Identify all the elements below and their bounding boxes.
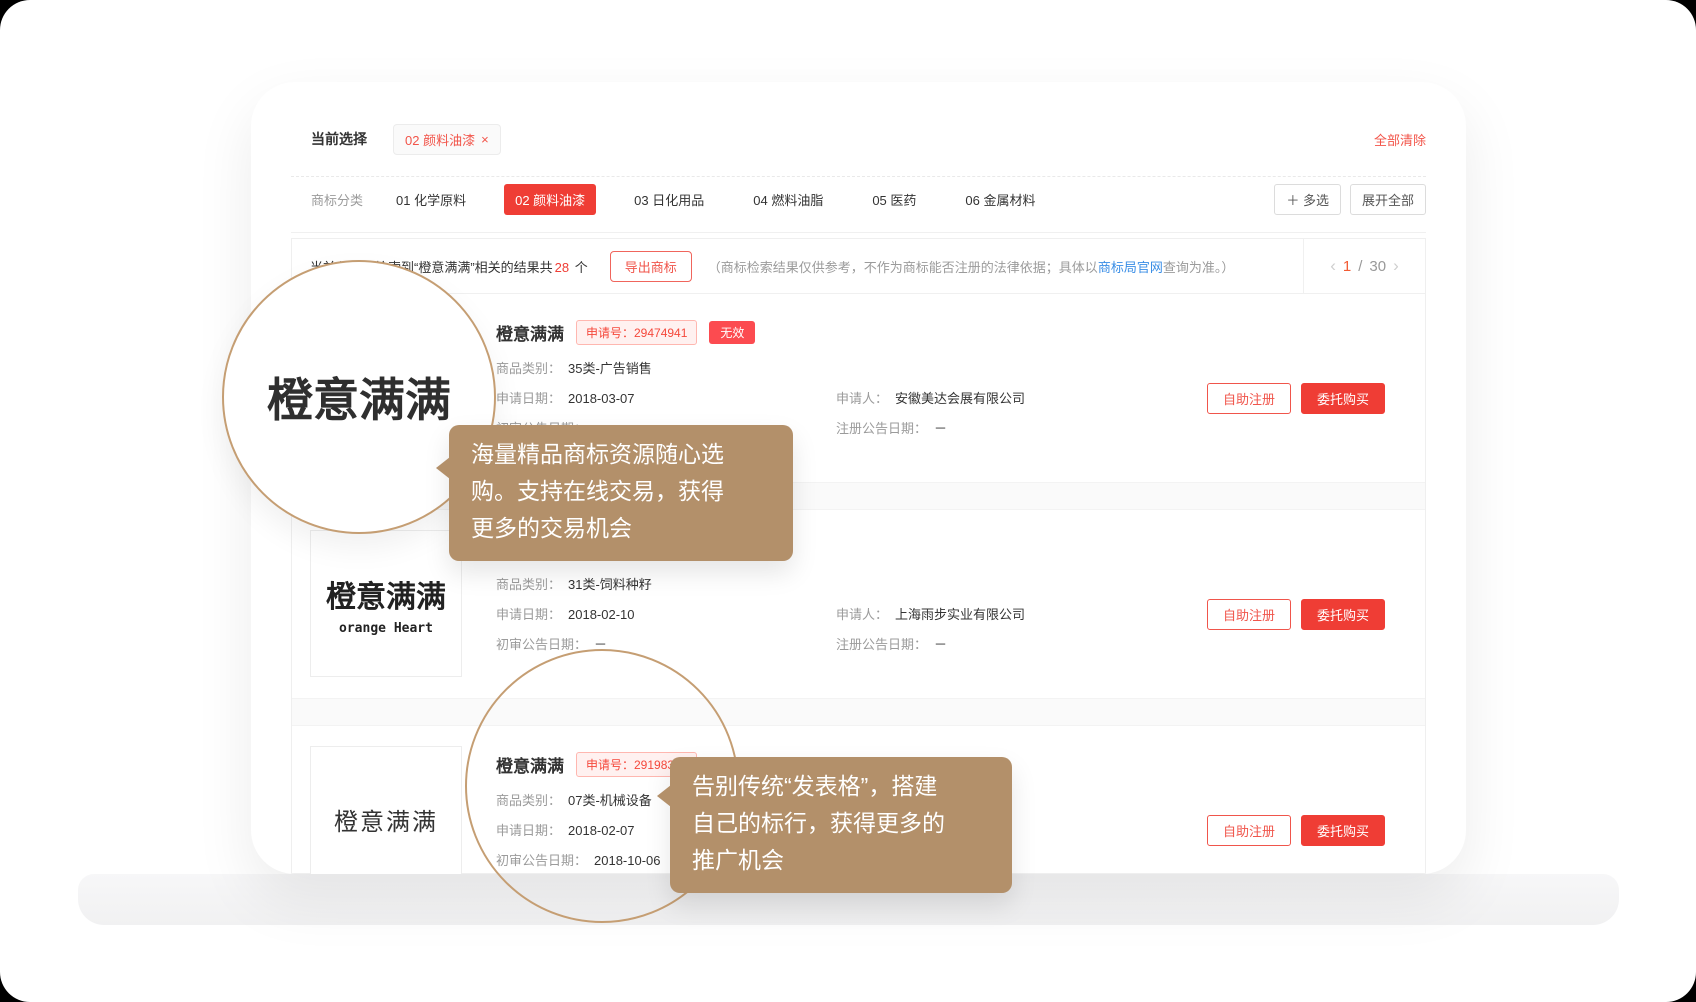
field-label: 商品类别：	[496, 793, 561, 808]
field-label: 注册公告日期：	[836, 421, 927, 436]
field-line: 申请日期： 2018-03-07 申请人： 安徽美达会展有限公司	[496, 388, 1191, 407]
field-value: 2018-03-07	[568, 391, 635, 406]
field-label: 申请人：	[836, 607, 888, 622]
field-label: 注册公告日期：	[836, 637, 927, 652]
field-label: 申请人：	[836, 391, 888, 406]
disclaimer-text: （商标检索结果仅供参考，不作为商标能否注册的法律依据；具体以商标局官网查询为准。…	[708, 257, 1235, 276]
selected-category-tag[interactable]: 02 颜料油漆 ×	[393, 124, 501, 155]
trademark-image: 橙意满满 orange Heart	[310, 530, 462, 677]
multi-select-button[interactable]: ＋ 多选	[1274, 184, 1341, 215]
current-page: 1	[1343, 258, 1351, 275]
trademark-image-text: 橙意满满	[334, 802, 438, 837]
field-value: 2018-10-06	[594, 853, 661, 868]
self-register-button[interactable]: 自助注册	[1207, 383, 1291, 414]
trademark-name: 橙意满满	[496, 752, 564, 777]
row-actions: 自助注册 委托购买	[1207, 599, 1385, 630]
field: 申请人： 上海雨步实业有限公司	[836, 604, 1176, 623]
selected-category-tag-text: 02 颜料油漆	[405, 130, 475, 149]
page-separator: /	[1358, 258, 1362, 275]
field-value: 31类-饲料种籽	[568, 577, 652, 592]
entrust-buy-button[interactable]: 委托购买	[1301, 599, 1385, 630]
callout-bubble-trade: 海量精品商标资源随心选 购。支持在线交易，获得 更多的交易机会	[449, 425, 793, 561]
field-value: 07类-机械设备	[568, 793, 652, 808]
row-actions: 自助注册 委托购买	[1207, 383, 1385, 414]
field-label: 申请日期：	[496, 607, 561, 622]
field-label: 商品类别：	[496, 577, 561, 592]
category-item-05[interactable]: 05 医药	[861, 184, 927, 215]
page-background: 当前选择 02 颜料油漆 × 全部清除 商标分类 01 化学原料 02 颜料油漆…	[0, 0, 1696, 1002]
field-label: 申请日期：	[496, 823, 561, 838]
trademark-image-text: 橙意满满	[326, 572, 446, 616]
disclaimer-pre: （商标检索结果仅供参考，不作为商标能否注册的法律依据；具体以	[708, 260, 1098, 275]
total-pages: 30	[1369, 258, 1386, 275]
callout-bubble-promotion: 告别传统“发表格”，搭建 自己的标行，获得更多的 推广机会	[670, 757, 1012, 893]
row-separator	[292, 698, 1425, 726]
field-line: 商品类别： 31类-饲料种籽	[496, 574, 1191, 593]
trademark-image-subtext: orange Heart	[339, 621, 433, 636]
field-value: 上海雨步实业有限公司	[895, 607, 1025, 622]
expand-all-button[interactable]: 展开全部	[1350, 184, 1426, 215]
field: 注册公告日期： －	[836, 634, 1176, 653]
field: 商品类别： 35类-广告销售	[496, 358, 836, 377]
row-actions: 自助注册 委托购买	[1207, 815, 1385, 846]
category-item-04[interactable]: 04 燃料油脂	[742, 184, 834, 215]
category-item-01[interactable]: 01 化学原料	[385, 184, 477, 215]
field-label: 申请日期：	[496, 391, 561, 406]
field-label: 初审公告日期：	[496, 637, 587, 652]
dashed-divider	[291, 176, 1426, 177]
field-value: 2018-02-07	[568, 823, 635, 838]
category-row: 商标分类 01 化学原料 02 颜料油漆 03 日化用品 04 燃料油脂 05 …	[311, 184, 1426, 214]
field-label: 商品类别：	[496, 361, 561, 376]
remove-tag-icon[interactable]: ×	[481, 132, 489, 147]
row-title-line: 橙意满满 申请号：29474941 无效	[496, 320, 1191, 345]
field: 初审公告日期： －	[496, 634, 836, 653]
category-item-03[interactable]: 03 日化用品	[623, 184, 715, 215]
field-value: －	[934, 637, 947, 652]
application-number-badge: 申请号：29474941	[576, 320, 697, 345]
clear-all-button[interactable]: 全部清除	[1374, 130, 1426, 149]
self-register-button[interactable]: 自助注册	[1207, 599, 1291, 630]
field-line: 初审公告日期： － 注册公告日期： －	[496, 634, 1191, 653]
field-value: 35类-广告销售	[568, 361, 652, 376]
count-number: 28	[553, 260, 571, 275]
category-item-02-active[interactable]: 02 颜料油漆	[504, 184, 596, 215]
field-line: 商品类别： 35类-广告销售	[496, 358, 1191, 377]
field: 申请日期： 2018-02-10	[496, 604, 836, 623]
filter-section: 当前选择 02 颜料油漆 × 全部清除 商标分类 01 化学原料 02 颜料油漆…	[291, 82, 1426, 233]
count-suffix: 个	[575, 260, 588, 275]
self-register-button[interactable]: 自助注册	[1207, 815, 1291, 846]
field-value: 安徽美达会展有限公司	[895, 391, 1025, 406]
category-item-06[interactable]: 06 金属材料	[954, 184, 1046, 215]
pagination: ‹ 1 / 30 ›	[1303, 239, 1425, 293]
field-value: －	[934, 421, 947, 436]
trademark-office-link[interactable]: 商标局官网	[1098, 260, 1163, 275]
export-trademarks-button[interactable]: 导出商标	[610, 251, 692, 282]
current-selection-label: 当前选择	[311, 129, 367, 149]
field: 商品类别： 31类-饲料种籽	[496, 574, 836, 593]
field: 注册公告日期： －	[836, 418, 1176, 437]
category-tools: ＋ 多选 展开全部	[1274, 184, 1426, 215]
entrust-buy-button[interactable]: 委托购买	[1301, 383, 1385, 414]
field-value: 2018-02-10	[568, 607, 635, 622]
trademark-image: 橙意满满	[310, 746, 462, 874]
status-badge: 无效	[709, 321, 755, 344]
disclaimer-post: 查询为准。）	[1163, 260, 1235, 275]
prev-page-icon[interactable]: ‹	[1330, 256, 1336, 276]
field: 申请人： 安徽美达会展有限公司	[836, 388, 1176, 407]
results-header: 当前分类下检索到“橙意满满”相关的结果共28 个 导出商标 （商标检索结果仅供参…	[292, 239, 1425, 294]
field-value: －	[594, 637, 607, 652]
next-page-icon[interactable]: ›	[1393, 256, 1399, 276]
field-line: 申请日期： 2018-02-10 申请人： 上海雨步实业有限公司	[496, 604, 1191, 623]
category-row-label: 商标分类	[311, 190, 363, 209]
entrust-buy-button[interactable]: 委托购买	[1301, 815, 1385, 846]
current-selection-row: 当前选择 02 颜料油漆 × 全部清除	[311, 124, 1426, 154]
magnified-trademark-text: 橙意满满	[267, 364, 451, 430]
trademark-name: 橙意满满	[496, 320, 564, 345]
field: 申请日期： 2018-03-07	[496, 388, 836, 407]
field-label: 初审公告日期：	[496, 853, 587, 868]
